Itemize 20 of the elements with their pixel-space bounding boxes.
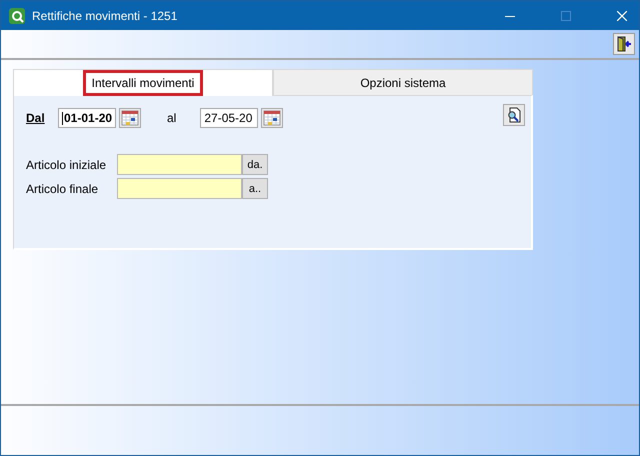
date-to-label: al (167, 111, 176, 125)
calendar-button[interactable] (119, 108, 141, 128)
app-icon (9, 8, 25, 24)
exit-button[interactable] (613, 33, 635, 55)
date-from-label: Dal (26, 111, 46, 125)
date-from-field[interactable]: 01-01-20 (58, 108, 116, 128)
article-field[interactable] (117, 178, 242, 199)
article-label: Articolo finale (26, 182, 100, 196)
date-to-field[interactable]: 27-05-20 (200, 108, 258, 128)
article-field[interactable] (117, 154, 242, 175)
tab[interactable]: Opzioni sistema (273, 69, 533, 95)
preview-button[interactable] (503, 104, 525, 126)
calendar-button[interactable] (261, 108, 284, 128)
window-title: Rettifiche movimenti - 1251 (32, 8, 178, 22)
close-icon[interactable] (617, 10, 627, 20)
article-label: Articolo iniziale (26, 158, 108, 172)
maximize-icon (561, 10, 571, 20)
lookup-button[interactable]: da. (242, 154, 268, 175)
lookup-button[interactable]: a.. (242, 178, 268, 199)
tab[interactable]: Intervalli movimenti (13, 69, 273, 96)
